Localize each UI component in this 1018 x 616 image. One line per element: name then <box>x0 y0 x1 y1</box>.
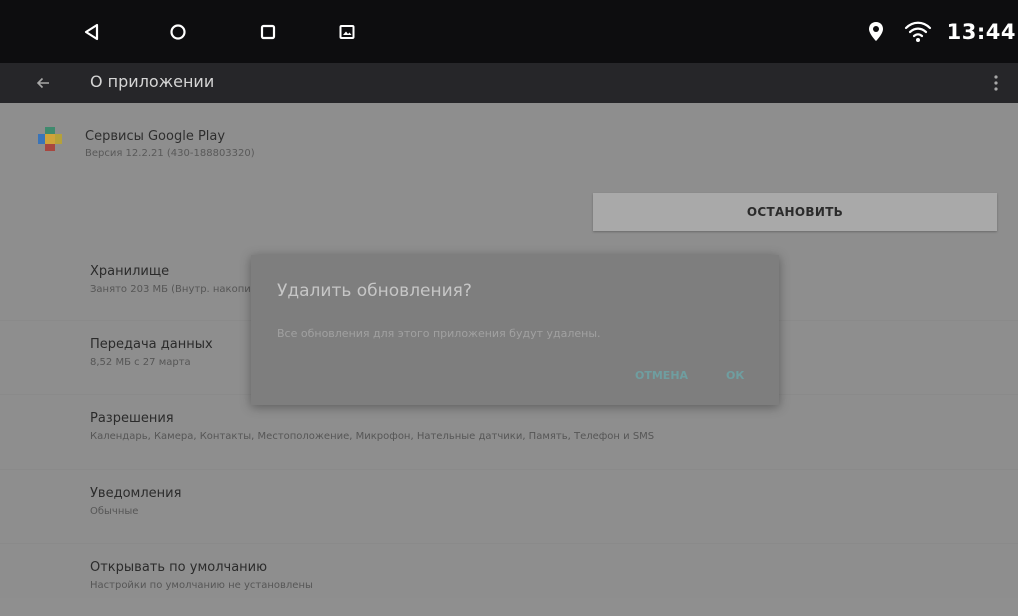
uninstall-updates-dialog: Удалить обновления? Все обновления для э… <box>251 255 779 405</box>
back-triangle-icon[interactable] <box>72 12 112 52</box>
list-item-title: Уведомления <box>90 486 182 501</box>
home-circle-icon[interactable] <box>158 12 198 52</box>
app-version: Версия 12.2.21 (430-188803320) <box>85 148 255 159</box>
list-item-notifications[interactable]: Уведомления Обычные <box>0 472 1018 542</box>
status-bar: 13:44 <box>0 0 1018 63</box>
dialog-title: Удалить обновления? <box>277 281 472 301</box>
app-name: Сервисы Google Play <box>85 129 226 144</box>
list-item-subtitle: Календарь, Камера, Контакты, Местоположе… <box>90 431 655 442</box>
cancel-button[interactable]: ОТМЕНА <box>635 369 688 382</box>
list-item-subtitle: Настройки по умолчанию не установлены <box>90 580 313 591</box>
image-icon[interactable] <box>327 12 367 52</box>
list-item-title: Открывать по умолчанию <box>90 560 268 575</box>
recents-square-icon[interactable] <box>248 12 288 52</box>
app-header: Сервисы Google Play Версия 12.2.21 (430-… <box>0 103 1018 193</box>
location-icon <box>860 16 892 48</box>
google-play-services-icon <box>36 125 64 153</box>
action-bar: О приложении <box>0 63 1018 103</box>
clock: 13:44 <box>946 20 1016 44</box>
list-item-open-by-default[interactable]: Открывать по умолчанию Настройки по умол… <box>0 546 1018 616</box>
list-item-subtitle: Обычные <box>90 506 139 517</box>
wifi-icon <box>902 16 934 48</box>
list-item-title: Разрешения <box>90 411 174 426</box>
force-stop-button[interactable]: ОСТАНОВИТЬ <box>593 193 997 231</box>
more-vert-icon[interactable] <box>988 69 1004 97</box>
list-item-permissions[interactable]: Разрешения Календарь, Камера, Контакты, … <box>0 397 1018 467</box>
page-title: О приложении <box>90 72 215 91</box>
arrow-back-icon[interactable] <box>28 69 58 97</box>
divider <box>0 469 1018 470</box>
ok-button[interactable]: ОК <box>726 369 744 382</box>
dialog-message: Все обновления для этого приложения буду… <box>277 327 601 340</box>
list-item-subtitle: 8,52 МБ с 27 марта <box>90 357 191 368</box>
divider <box>0 543 1018 544</box>
list-item-title: Хранилище <box>90 264 170 279</box>
list-item-title: Передача данных <box>90 337 213 352</box>
